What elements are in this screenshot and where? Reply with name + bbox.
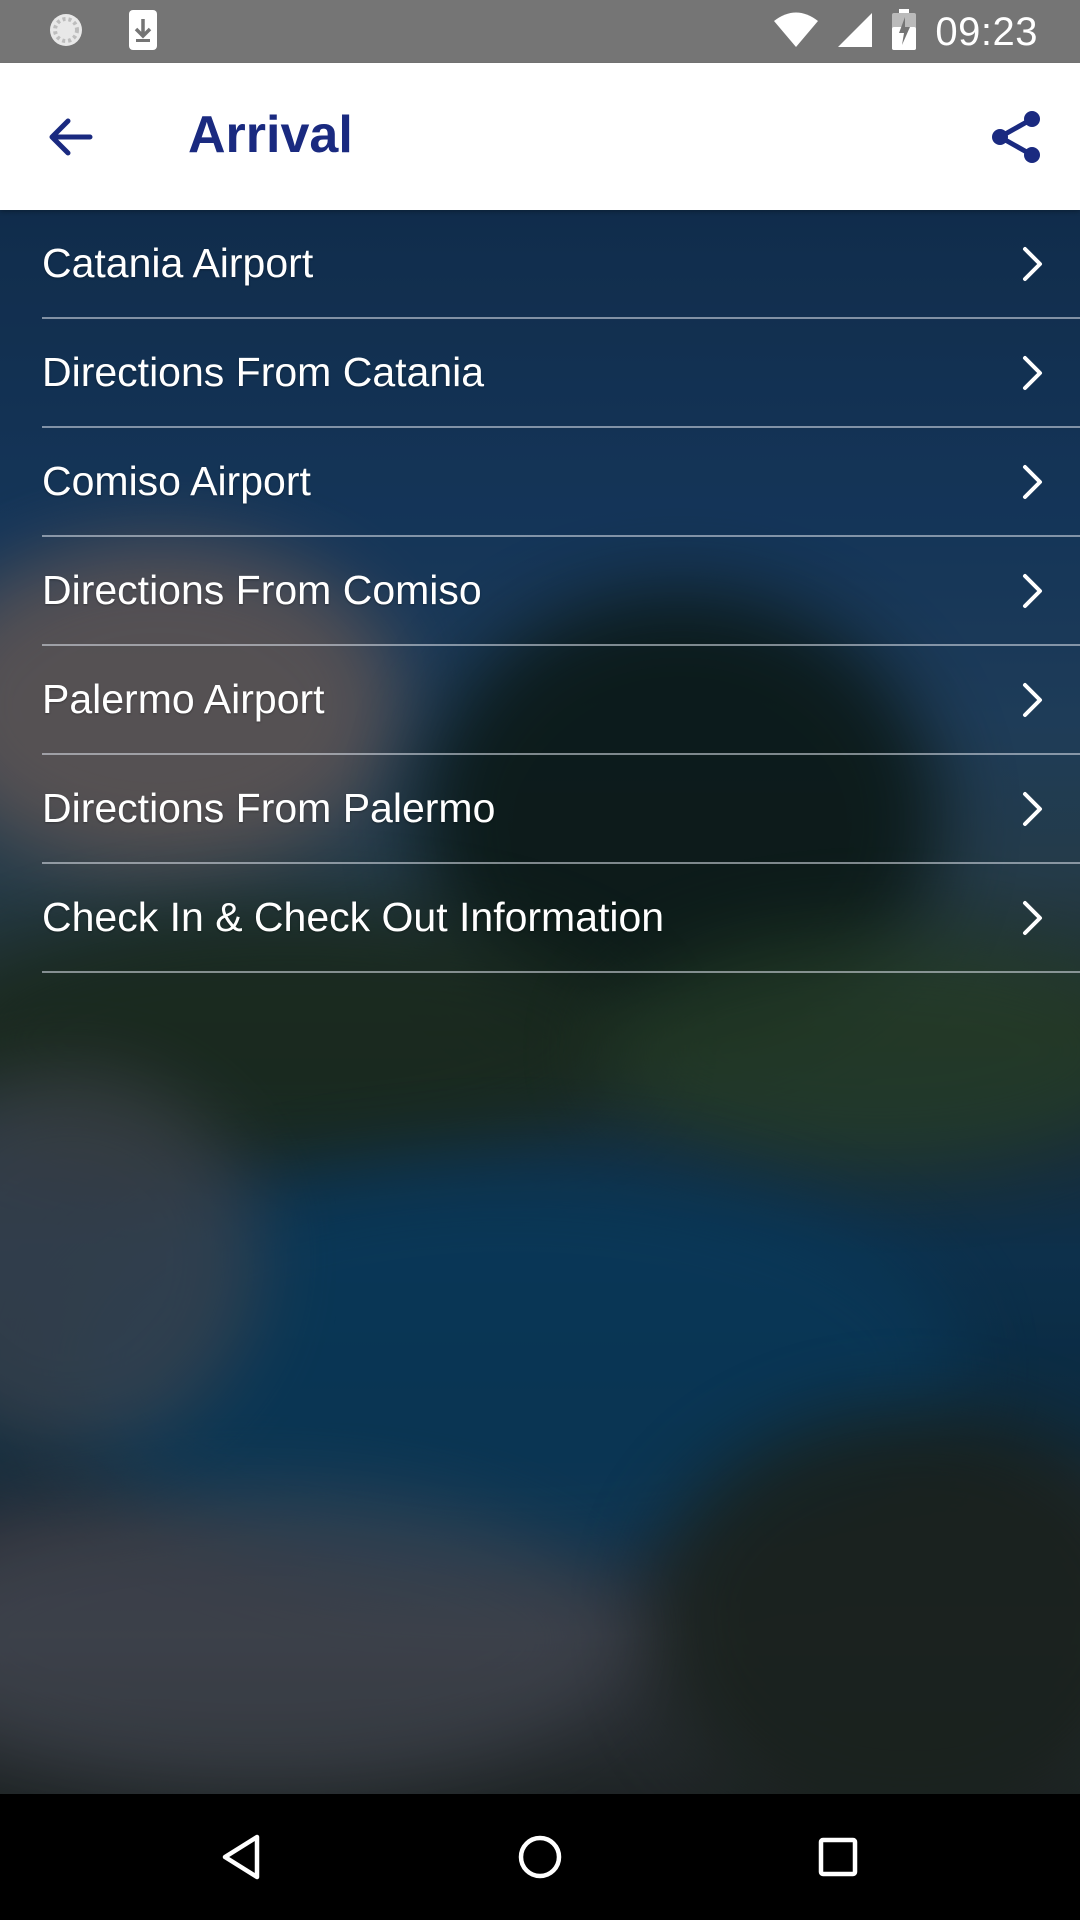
arrow-back-icon (49, 118, 93, 156)
chevron-right-icon (1023, 356, 1042, 390)
menu-item-check-in-check-out[interactable]: Check In & Check Out Information (42, 864, 1080, 973)
recents-square-icon (818, 1837, 858, 1877)
menu-item-label: Palermo Airport (42, 676, 325, 722)
nav-back-button[interactable] (206, 1822, 276, 1892)
menu-item-comiso-airport[interactable]: Comiso Airport (42, 428, 1080, 537)
nav-home-button[interactable] (505, 1822, 575, 1892)
arrival-menu: Catania Airport Directions From Catania … (0, 210, 1080, 973)
chevron-right-icon (1023, 901, 1042, 935)
menu-item-directions-from-comiso[interactable]: Directions From Comiso (42, 537, 1080, 646)
menu-item-directions-from-palermo[interactable]: Directions From Palermo (42, 755, 1080, 864)
page-title: Arrival (188, 106, 353, 164)
menu-item-label: Directions From Catania (42, 349, 485, 395)
chevron-right-icon (1023, 574, 1042, 608)
wifi-icon (773, 12, 819, 53)
chevron-right-icon (1023, 247, 1042, 281)
menu-item-label: Directions From Comiso (42, 567, 482, 613)
share-button[interactable] (982, 103, 1050, 171)
status-bar: 09:23 (0, 0, 1080, 63)
nav-recents-button[interactable] (803, 1822, 873, 1892)
chevron-right-icon (1023, 792, 1042, 826)
battery-icon (891, 8, 917, 56)
menu-item-label: Comiso Airport (42, 458, 311, 504)
download-icon (128, 9, 158, 56)
app-bar: Arrival (0, 63, 1080, 210)
share-icon (992, 111, 1040, 163)
sync-icon (46, 10, 86, 55)
menu-item-label: Check In & Check Out Information (42, 894, 665, 940)
status-time: 09:23 (935, 9, 1038, 54)
system-nav-bar (0, 1794, 1080, 1920)
menu-item-catania-airport[interactable]: Catania Airport (42, 210, 1080, 319)
back-button[interactable] (38, 105, 102, 169)
chevron-right-icon (1023, 465, 1042, 499)
back-triangle-icon (222, 1834, 260, 1880)
menu-item-label: Directions From Palermo (42, 785, 496, 831)
menu-item-palermo-airport[interactable]: Palermo Airport (42, 646, 1080, 755)
signal-icon (837, 12, 873, 53)
menu-item-label: Catania Airport (42, 240, 314, 286)
chevron-right-icon (1023, 683, 1042, 717)
menu-item-directions-from-catania[interactable]: Directions From Catania (42, 319, 1080, 428)
home-circle-icon (518, 1835, 562, 1879)
